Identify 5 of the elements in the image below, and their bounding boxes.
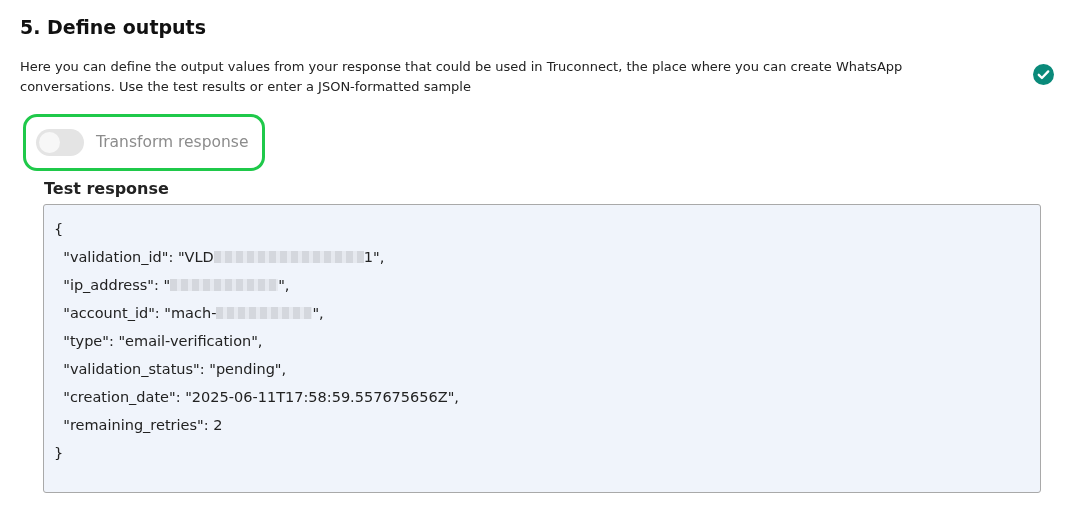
section-description: Here you can define the output values from your response that could be used in Truconnect, the place where you can create WhatsApp conversations. Use the test results or enter a JSON-formatted sample — [20, 57, 904, 96]
section-title: 5. Define outputs — [20, 16, 207, 39]
toggle-label: Transform response — [96, 131, 249, 153]
response-textarea[interactable]: { "validation_id": "VLD 1", "ip_address": " ", "account_id": "mach- ", "type": "email-verification", "validation_status": "pending", "creation_date": "2025-06-11T17:58:59.557675656Z", "remaining_retries": 2 } — [43, 203, 1041, 493]
field-label: Test response — [44, 177, 170, 200]
